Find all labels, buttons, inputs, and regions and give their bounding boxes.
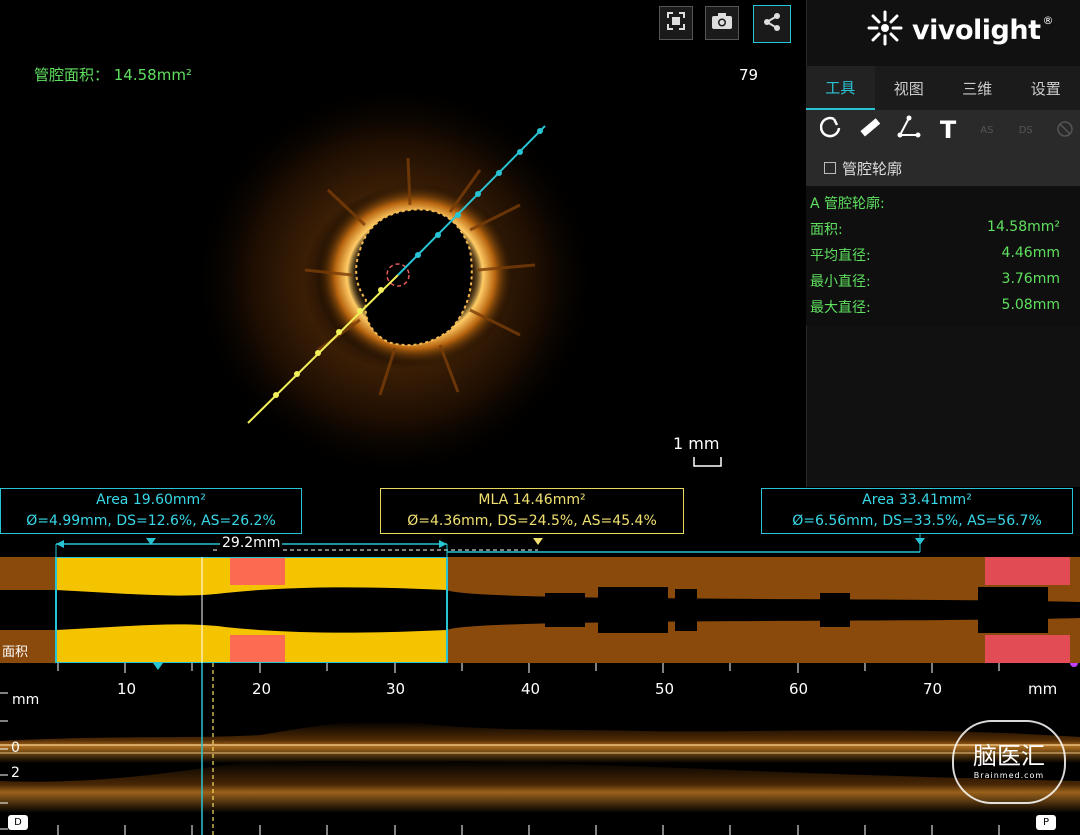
depth-tick-label: 2 <box>11 765 20 781</box>
info-box-title: Area 33.41mm² <box>862 492 972 508</box>
ruler-tool[interactable] <box>855 114 886 146</box>
frame-number: 79 <box>739 66 759 84</box>
measurement-label: 最小直径: <box>810 274 871 290</box>
proximal-end-marker: P <box>1036 815 1056 830</box>
info-box-title: Area 19.60mm² <box>96 492 206 508</box>
vivolight-logo-icon <box>866 9 904 51</box>
ds-tool[interactable]: DS <box>1010 114 1041 146</box>
ruler-tick-label: 60 <box>789 680 809 698</box>
tab-view[interactable]: 视图 <box>875 66 944 110</box>
snapshot-button[interactable] <box>705 6 739 40</box>
longitudinal-strip-label: 面积 <box>2 645 29 660</box>
angle-tool[interactable] <box>894 114 925 146</box>
lumen-contour-checkbox[interactable] <box>824 162 836 174</box>
ds-icon: DS <box>1018 124 1033 136</box>
fullscreen-button[interactable] <box>659 6 693 40</box>
measurement-value: 14.58mm² <box>987 219 1060 235</box>
share-icon <box>762 12 782 36</box>
measurement-label: 面积: <box>810 222 843 238</box>
info-box-stats: Ø=4.99mm, DS=12.6%, AS=26.2% <box>26 513 276 529</box>
tool-row: T AS DS <box>806 110 1080 150</box>
segment-length-label: 29.2mm <box>220 535 283 551</box>
ruler-unit-label: mm <box>1028 680 1058 698</box>
reference-area-right-box[interactable]: Area 33.41mm² Ø=6.56mm, DS=33.5%, AS=56.… <box>761 488 1073 534</box>
tab-settings[interactable]: 设置 <box>1012 66 1080 110</box>
brand-name: vivolight <box>912 14 1041 46</box>
ruler-tick-label: 70 <box>923 680 943 698</box>
measurement-value: 3.76mm <box>1001 271 1060 287</box>
info-box-stats: Ø=4.36mm, DS=24.5%, AS=45.4% <box>407 513 657 529</box>
ruler-tick-label: 20 <box>252 680 272 698</box>
ruler-tick-label: 50 <box>655 680 675 698</box>
lumen-area-readout: 管腔面积： 14.58mm² <box>34 66 192 84</box>
panel-tabs: 工具 视图 三维 设置 <box>806 66 1080 110</box>
lumen-contour-option[interactable]: 管腔轮廓 <box>806 150 1080 186</box>
ruler-tick-label: 10 <box>117 680 137 698</box>
tab-3d[interactable]: 三维 <box>943 66 1012 110</box>
info-box-title: MLA 14.46mm² <box>478 492 586 508</box>
lumen-contour-checkbox-label: 管腔轮廓 <box>842 159 903 178</box>
measurement-title-text: A 管腔轮廓: <box>810 196 885 212</box>
mla-box[interactable]: MLA 14.46mm² Ø=4.36mm, DS=24.5%, AS=45.4… <box>380 488 684 534</box>
measurement-panel: A 管腔轮廓: 面积: 14.58mm² 平均直径: 4.46mm 最小直径: 3.7… <box>806 186 1080 326</box>
text-tool[interactable]: T <box>933 114 964 146</box>
ruler-tick-label: 30 <box>386 680 406 698</box>
angle-icon <box>897 115 921 145</box>
depth-tick-label: 0 <box>11 740 20 756</box>
depth-unit-label: mm <box>12 692 40 708</box>
watermark: 脑医汇 Brainmed.com <box>952 720 1066 804</box>
scale-bar-label: 1 mm <box>673 434 720 453</box>
segment-length-bracket <box>55 534 925 558</box>
tab-tools[interactable]: 工具 <box>806 66 875 110</box>
measurement-row: 最小直径: 3.76mm <box>810 271 1060 291</box>
measurement-label: 最大直径: <box>810 300 871 316</box>
watermark-subtext: Brainmed.com <box>973 771 1045 780</box>
measurement-label: 平均直径: <box>810 248 871 264</box>
watermark-text: 脑医汇 <box>973 742 1045 770</box>
measurement-value: 4.46mm <box>1001 245 1060 261</box>
measurement-row: 面积: 14.58mm² <box>810 219 1060 239</box>
measurement-value: 5.08mm <box>1001 297 1060 313</box>
fullscreen-icon <box>666 11 686 35</box>
clear-icon <box>1056 120 1074 141</box>
registered-mark: ® <box>1042 14 1054 27</box>
ruler-tick-label: 40 <box>521 680 541 698</box>
measurement-title: A 管腔轮廓: <box>810 193 1060 213</box>
reference-area-left-box[interactable]: Area 19.60mm² Ø=4.99mm, DS=12.6%, AS=26.… <box>0 488 302 534</box>
brand-logo: vivolight ® <box>866 10 1053 50</box>
longitudinal-area-strip[interactable] <box>0 557 1080 663</box>
ruler-icon <box>858 115 882 145</box>
lumen-contour-icon <box>820 116 842 144</box>
lumen-contour-tool[interactable] <box>816 114 847 146</box>
share-button[interactable] <box>753 5 791 43</box>
as-tool[interactable]: AS <box>971 114 1002 146</box>
clear-tool[interactable] <box>1049 114 1080 146</box>
distal-end-marker: D <box>8 815 28 830</box>
camera-icon <box>711 12 733 34</box>
measurement-row: 平均直径: 4.46mm <box>810 245 1060 265</box>
measurement-row: 最大直径: 5.08mm <box>810 297 1060 317</box>
as-icon: AS <box>980 124 994 136</box>
info-box-stats: Ø=6.56mm, DS=33.5%, AS=56.7% <box>792 513 1042 529</box>
